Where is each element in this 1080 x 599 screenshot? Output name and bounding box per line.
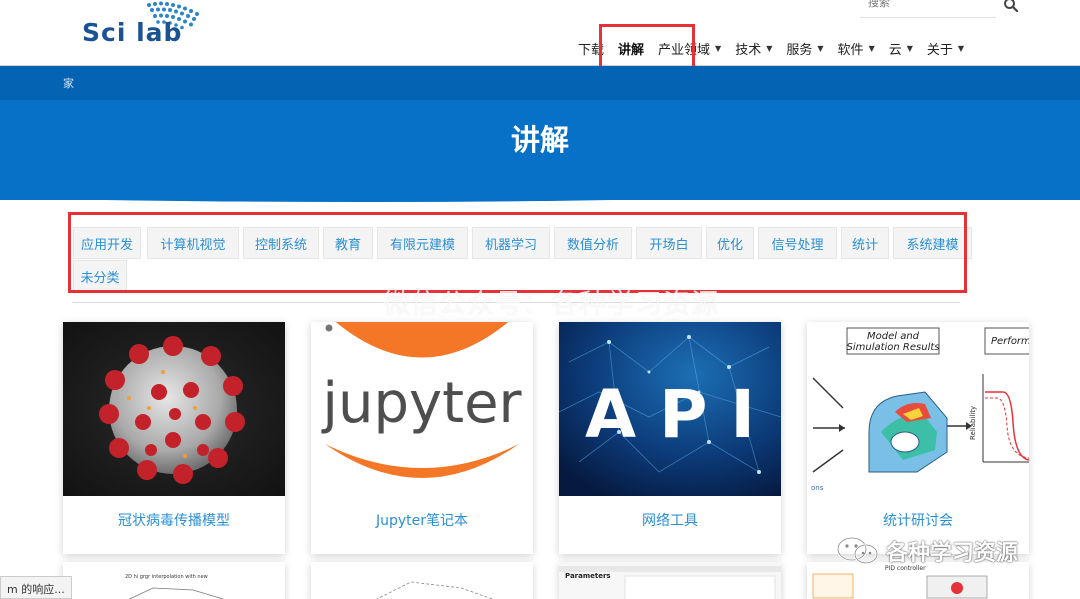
chevron-down-icon: ▼ [957, 43, 965, 53]
card-lower-2[interactable] [311, 562, 533, 599]
wechat-watermark-text: 各种学习资源 [886, 541, 1019, 566]
search-field[interactable] [860, 0, 998, 18]
card-lower-1-image: 2D hi grgr interpolation with new [125, 574, 225, 599]
api-wordmark: A P I [585, 376, 755, 453]
card-lower-3-image: Parameters [559, 562, 781, 599]
search-icon[interactable] [1003, 0, 1019, 13]
image-text: 2D hi grgr interpolation with new [125, 574, 208, 580]
nav-item-label: 服务 [786, 42, 813, 58]
wechat-watermark: 各种学习资源 [836, 535, 1018, 567]
card-title[interactable]: Jupyter笔记本 [311, 510, 533, 530]
card-title[interactable]: 网络工具 [559, 510, 781, 530]
card-lower-2-image [376, 581, 494, 599]
breadcrumb-bar: 家 [0, 66, 1080, 100]
chevron-down-icon: ▼ [906, 43, 913, 53]
nav-item-3[interactable]: 技术 ▼ [735, 39, 772, 58]
site-header: Sci lab 下载讲解产业领域▼技术▼服务▼软件▼云▼关于▼ [0, 0, 1080, 66]
search-input[interactable] [868, 0, 998, 9]
nav-item-6[interactable]: 云 ▼ [889, 39, 913, 58]
card-statistics[interactable]: Model and Simulation Results Perform Rel… [807, 322, 1029, 554]
reliability-model-image[interactable]: Model and Simulation Results Perform Rel… [807, 322, 1029, 496]
card-lower-1[interactable]: 2D hi grgr interpolation with new [63, 562, 285, 599]
scilab-logo[interactable]: Sci lab [80, 0, 210, 56]
nav-item-label: 技术 [735, 42, 762, 58]
nav-item-4[interactable]: 服务 ▼ [786, 39, 823, 58]
jupyter-logo-image[interactable]: jupyter [311, 322, 533, 496]
category-highlight-box [68, 212, 967, 293]
chevron-down-icon: ▼ [868, 43, 875, 53]
image-text: Simulation Results [846, 342, 939, 353]
nav-item-5[interactable]: 软件 ▼ [838, 39, 875, 58]
status-tooltip: m 的响应... [0, 576, 72, 599]
image-text: Parameters [565, 572, 611, 580]
nav-item-7[interactable]: 关于 ▼ [927, 39, 964, 58]
image-text: Perform [991, 336, 1029, 347]
center-watermark-text: 微信公众号：各种学习资源 [383, 289, 719, 320]
image-text: Model and [867, 331, 920, 342]
logo-text: Sci lab [82, 18, 183, 47]
wechat-icon [836, 536, 879, 565]
chevron-down-icon: ▼ [715, 43, 722, 53]
api-network-image[interactable]: A P I [559, 322, 781, 496]
card-title[interactable]: 冠状病毒传播模型 [63, 510, 285, 530]
card-lower-3[interactable]: Parameters [559, 562, 781, 599]
image-text: ons [811, 484, 824, 492]
card-jupyter[interactable]: jupyter Jupyter笔记本 [311, 322, 533, 554]
nav-item-label: 云 [888, 42, 902, 58]
breadcrumb-home[interactable]: 家 [63, 75, 74, 91]
coronavirus-image[interactable] [63, 322, 285, 496]
card-api[interactable]: A P I 网络工具 [559, 322, 781, 554]
chevron-down-icon: ▼ [817, 43, 824, 53]
nav-item-label: 关于 [926, 42, 953, 58]
image-text: Reliability [969, 406, 977, 440]
page-title: 讲解 [510, 123, 569, 157]
card-lower-4[interactable]: PID controller [807, 562, 1029, 599]
nav-item-label: 软件 [837, 42, 864, 58]
card-lower-4-image: PID controller [812, 565, 988, 599]
jupyter-wordmark: jupyter [320, 371, 522, 436]
card-title[interactable]: 统计研讨会 [807, 510, 1029, 530]
card-coronavirus[interactable]: 冠状病毒传播模型 [63, 322, 285, 554]
chevron-down-icon: ▼ [766, 43, 773, 53]
